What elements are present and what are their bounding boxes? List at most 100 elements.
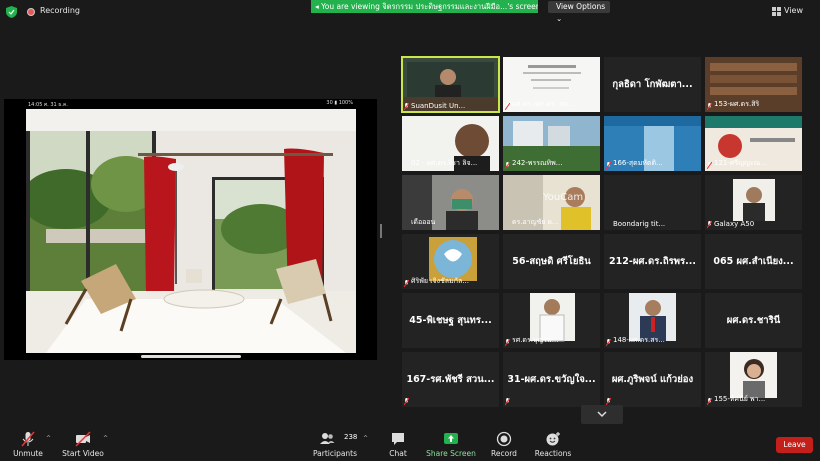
chat-icon <box>392 433 404 445</box>
video-tile[interactable]: Galaxy A50 <box>705 175 802 230</box>
record-icon <box>496 431 512 447</box>
video-tile[interactable]: ผศ.ดร.ชารินี <box>705 293 802 348</box>
video-gallery: SuanDusit Un... ผศ.ดร.ณก.ดร. สต... กุลธิ… <box>401 56 802 407</box>
participant-name-large: ผศ.ดร.ชารินี <box>726 315 781 326</box>
shared-room-photo <box>26 109 356 353</box>
participant-name-large: ผศ.ภูริพจน์ แก้วย่อง <box>611 374 694 385</box>
video-tile[interactable]: 167-รศ.พัชรี สวน... <box>402 352 499 407</box>
record-button[interactable]: Record <box>486 425 522 461</box>
video-tile[interactable]: SuanDusit Un... <box>401 56 500 113</box>
next-page-button[interactable] <box>581 405 623 424</box>
video-off-icon <box>75 431 91 447</box>
participant-name: เดือออน <box>411 218 436 226</box>
video-tile[interactable]: รศ.ดร.บุญรม... <box>503 293 600 348</box>
viewing-banner-text: You are viewing จิตรกรรม ประดิษฐกรรมและง… <box>321 2 538 11</box>
video-tile[interactable]: เดือออน <box>402 175 499 230</box>
video-tile[interactable]: 45-พิเชษฐ สุนทร... <box>402 293 499 348</box>
share-screen-label: Share Screen <box>426 449 476 458</box>
phone-status-bar: 14:05 ศ. 31 ธ.ค. 30 ▮ 100% <box>4 99 377 108</box>
share-screen-button[interactable]: Share Screen <box>426 425 476 461</box>
muted-mic-icon <box>707 162 712 169</box>
participant-name-large: 56-สฤษดิ ศรีโยธิน <box>512 256 591 267</box>
viewing-banner: ◂ You are viewing จิตรกรรม ประดิษฐกรรมแล… <box>311 0 538 13</box>
unmute-button[interactable]: Unmute <box>8 425 48 461</box>
reactions-button[interactable]: Reactions <box>532 425 574 461</box>
participant-name-large: 31-ผศ.ดร.ขวัญใจ... <box>507 374 596 385</box>
video-tile[interactable]: 212-ผศ.ดร.ถิรพร... <box>604 234 701 289</box>
video-tile[interactable]: 065 ผศ.สำเนียง... <box>705 234 802 289</box>
participant-name: 242-พรรณทิพ... <box>512 159 563 167</box>
participant-name: 148-ผศ.ดร.สร... <box>613 336 665 344</box>
recording-label[interactable]: Recording <box>40 6 80 15</box>
participants-icon <box>320 433 335 444</box>
video-tile[interactable]: 242-พรรณทิพ... <box>503 116 600 171</box>
scrollbar[interactable] <box>141 355 241 358</box>
muted-mic-icon <box>505 398 510 405</box>
video-tile[interactable]: 155-ทัศนีย์ พา... <box>705 352 802 407</box>
participant-name: 153-ผศ.ดร.สิริ <box>714 100 760 108</box>
view-button[interactable]: View <box>784 6 803 15</box>
participant-name: 121-ศรีญญะณ... <box>714 159 767 167</box>
video-tile[interactable]: 121-ศรีญญะณ... <box>705 116 802 171</box>
video-tile[interactable]: 148-ผศ.ดร.สร... <box>604 293 701 348</box>
muted-mic-icon <box>606 339 611 346</box>
participants-options-caret[interactable]: ^ <box>363 435 368 442</box>
shared-screen: 14:05 ศ. 31 ธ.ค. 30 ▮ 100% <box>4 99 377 360</box>
participant-name-large: 45-พิเชษฐ สุนทร... <box>409 315 492 326</box>
chevron-down-icon <box>597 411 607 418</box>
start-video-label: Start Video <box>62 449 104 458</box>
top-bar: Recording ◂ You are viewing จิตรกรรม ประ… <box>0 0 820 24</box>
video-tile[interactable]: 166-สุดมหัตติ... <box>604 116 701 171</box>
video-tile[interactable]: ดร.อาญชัย ผ... YouCam <box>503 175 600 230</box>
video-options-caret[interactable]: ^ <box>103 435 108 442</box>
video-tile[interactable]: Boondarig tit... <box>604 175 701 230</box>
participant-name: SuanDusit Un... <box>411 102 466 110</box>
share-screen-icon <box>444 433 458 444</box>
meeting-toolbar: Unmute ^ Start Video ^ Participants 238 … <box>0 425 820 461</box>
participant-count: 238 <box>344 433 358 441</box>
view-options-button[interactable]: View Options ⌄ <box>548 1 610 23</box>
participant-name: Boondarig tit... <box>613 220 666 228</box>
view-options-label: View Options <box>556 2 606 11</box>
phone-status: 30 ▮ 100% <box>326 100 353 106</box>
muted-mic-icon <box>707 398 712 405</box>
audio-options-caret[interactable]: ^ <box>46 435 51 442</box>
start-video-button[interactable]: Start Video <box>60 425 106 461</box>
muted-mic-icon <box>404 103 409 110</box>
participant-name: 155-ทัศนีย์ พา... <box>714 395 766 403</box>
muted-mic-icon <box>404 398 409 405</box>
youcam-watermark: YouCam <box>543 192 584 203</box>
record-label: Record <box>491 449 517 458</box>
recording-icon <box>27 8 35 16</box>
muted-mic-icon <box>505 162 510 169</box>
leave-button[interactable]: Leave <box>776 437 813 453</box>
muted-mic-icon <box>606 398 611 405</box>
video-tile[interactable]: 02 - ผศ.ดร.จิรา ลิจ... <box>402 116 499 171</box>
participant-name-large: 167-รศ.พัชรี สวน... <box>406 374 495 385</box>
participant-name: 166-สุดมหัตติ... <box>613 159 663 167</box>
video-tile[interactable]: กุลธิดา โกพัฒตา... <box>604 57 701 112</box>
splitter-handle[interactable] <box>380 224 382 238</box>
participant-name: ผศ.ดร.ณก.ดร. สต... <box>512 100 575 108</box>
participant-name: รศ.ดร.บุญรม... <box>512 336 559 344</box>
muted-mic-icon <box>404 280 409 287</box>
video-tile[interactable]: ศิริพัย เจิงชัลมกัล... <box>402 234 499 289</box>
participants-button[interactable]: Participants <box>312 425 358 461</box>
chat-label: Chat <box>389 449 407 458</box>
participant-name: Galaxy A50 <box>714 220 755 228</box>
video-tile[interactable]: 56-สฤษดิ ศรีโยธิน <box>503 234 600 289</box>
muted-mic-icon <box>707 221 712 228</box>
muted-mic-icon <box>707 103 712 110</box>
grid-view-icon <box>772 7 781 16</box>
video-tile[interactable]: 153-ผศ.ดร.สิริ <box>705 57 802 112</box>
reactions-icon <box>546 432 560 446</box>
unmute-label: Unmute <box>13 449 43 458</box>
room-image <box>26 109 356 353</box>
video-tile[interactable]: ผศ.ภูริพจน์ แก้วย่อง <box>604 352 701 407</box>
muted-mic-icon <box>606 162 611 169</box>
shield-icon[interactable] <box>6 6 17 18</box>
video-tile[interactable]: 31-ผศ.ดร.ขวัญใจ... <box>503 352 600 407</box>
chat-button[interactable]: Chat <box>380 425 416 461</box>
participant-name-large: 212-ผศ.ดร.ถิรพร... <box>609 256 696 267</box>
video-tile[interactable]: ผศ.ดร.ณก.ดร. สต... <box>503 57 600 112</box>
